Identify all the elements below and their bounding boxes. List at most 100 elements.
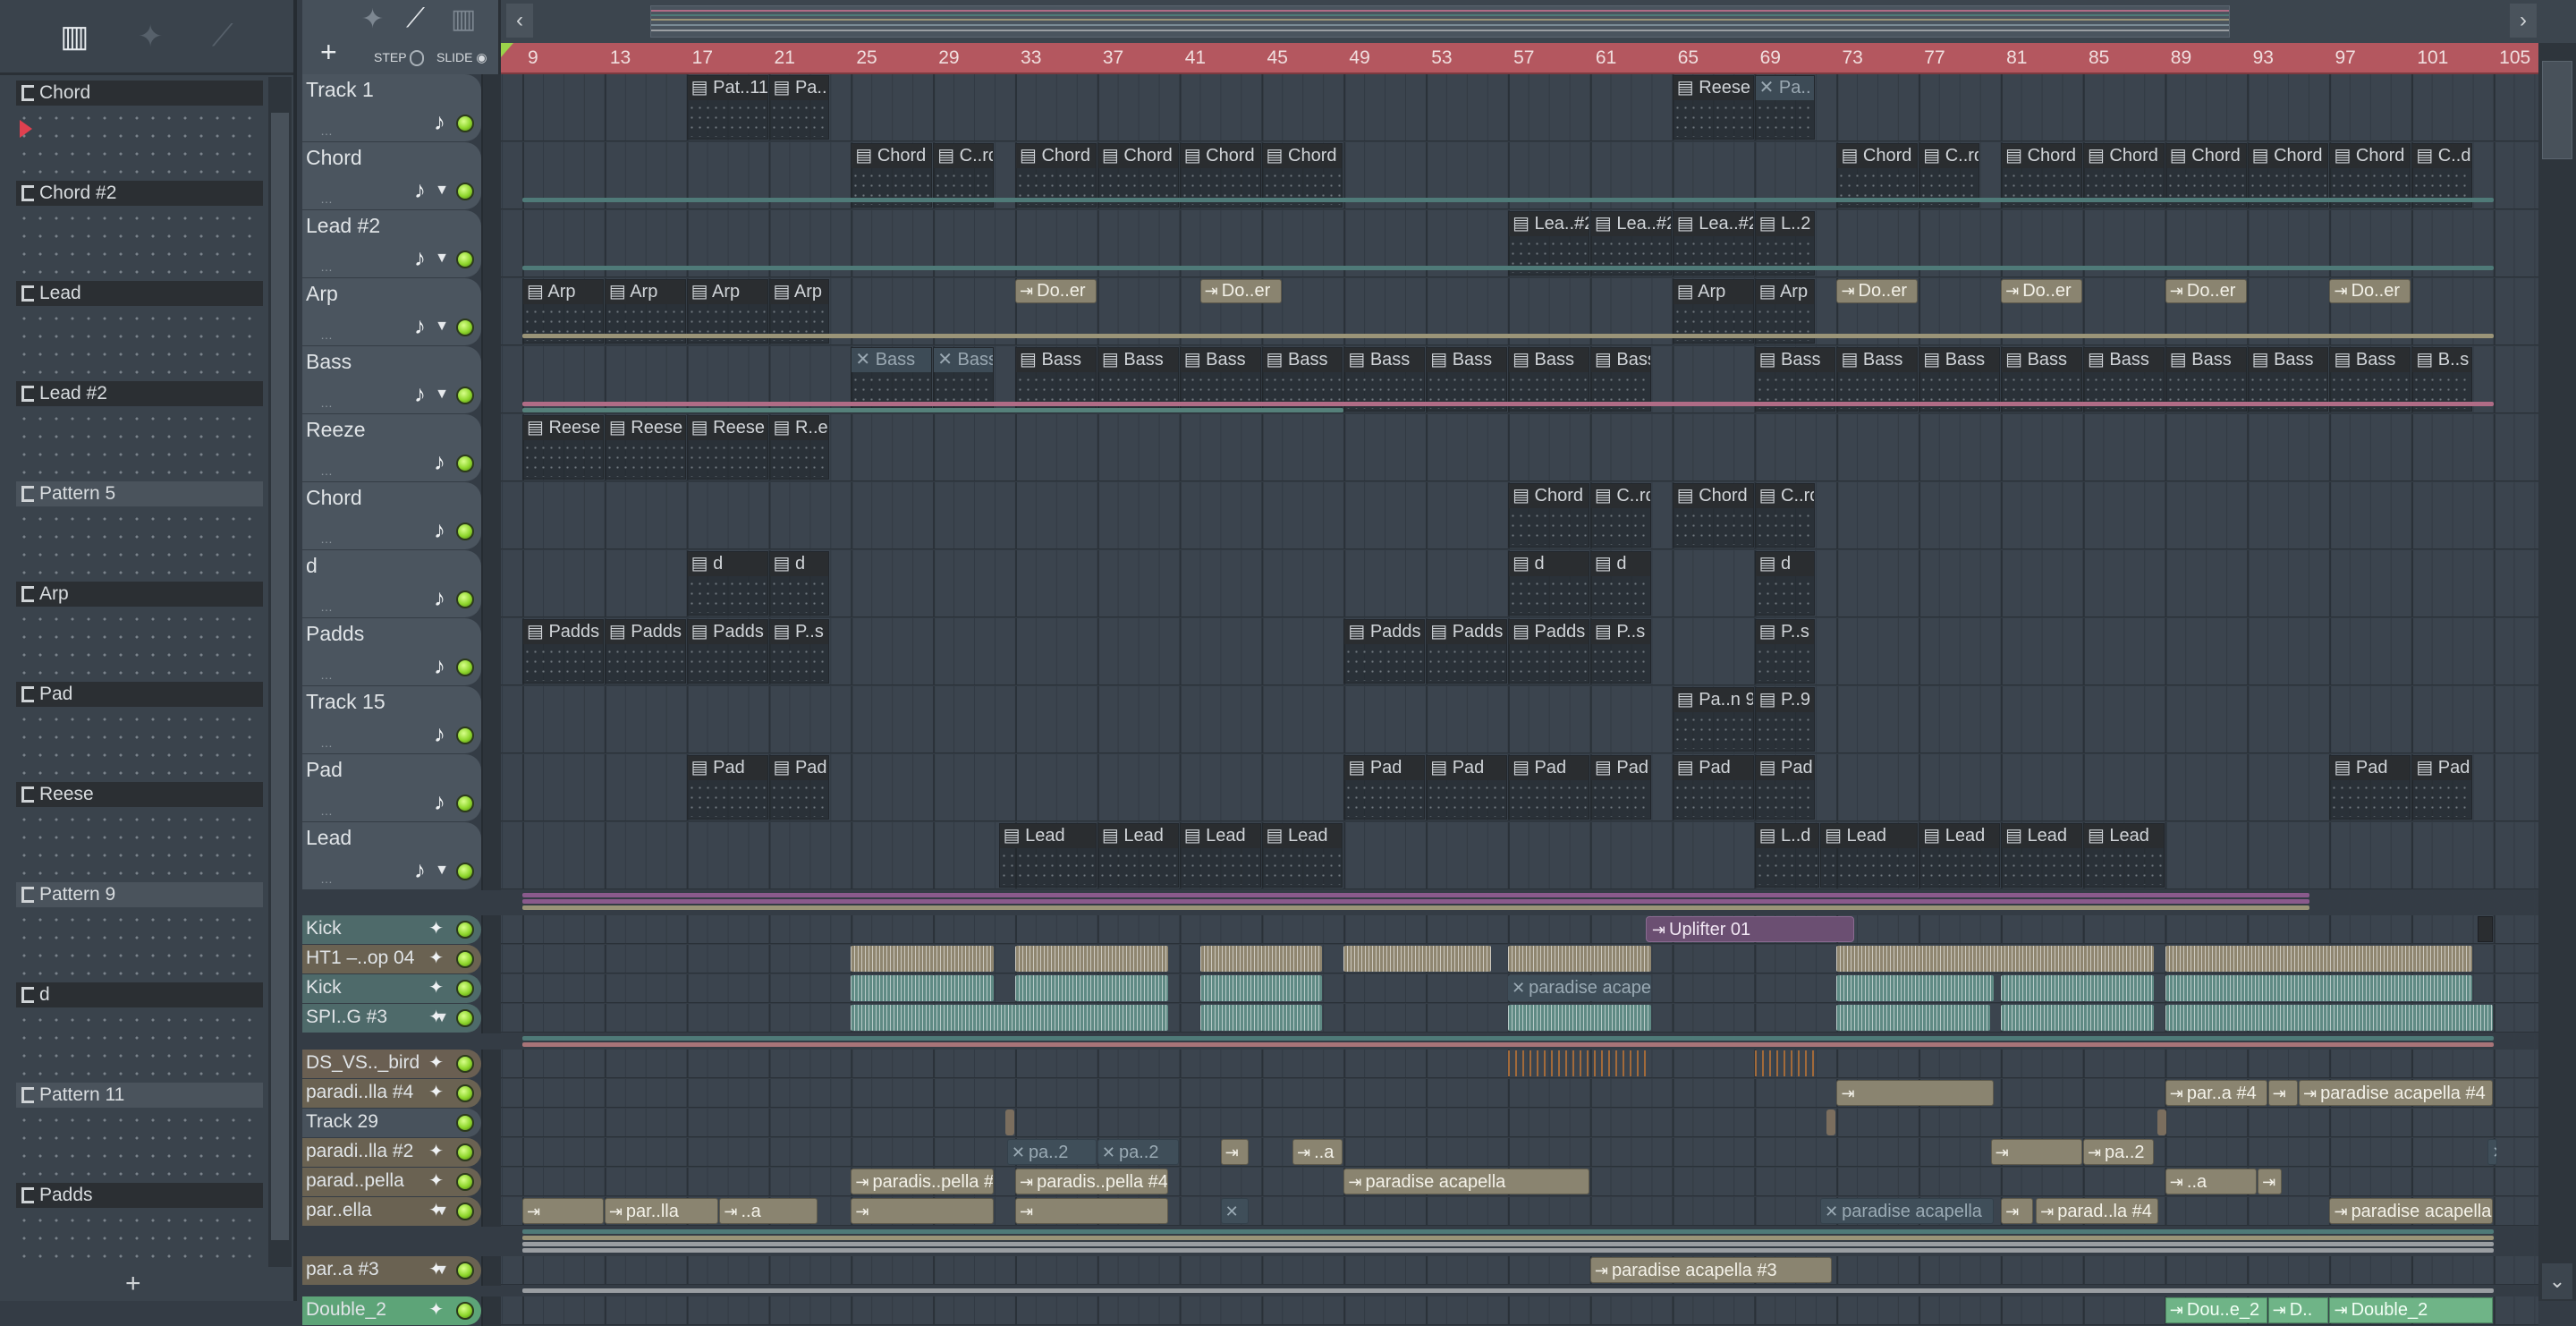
- track-header[interactable]: par..a #3 ✦ ▼: [302, 1256, 481, 1285]
- pattern-clip[interactable]: ▤ Lead: [1097, 823, 1179, 888]
- track-lane[interactable]: ▤ Chord▤ C..rd▤ Chord▤ C..rd: [501, 482, 2538, 549]
- track-header[interactable]: Track 29: [302, 1109, 481, 1137]
- track-header[interactable]: Reeze ♪…: [302, 414, 481, 481]
- pattern-clip[interactable]: ▤ Pat..11: [686, 75, 768, 140]
- pattern-header[interactable]: Chord #2: [16, 181, 263, 206]
- slide-radio-icon[interactable]: ◉: [476, 50, 487, 64]
- track-enable-led[interactable]: [456, 921, 474, 939]
- muted-audio-clip[interactable]: ✕: [1220, 1198, 1249, 1224]
- piano-roll-tool-icon[interactable]: ▥: [451, 4, 476, 35]
- track-enable-led[interactable]: [456, 455, 474, 472]
- pattern-list-item[interactable]: Chord #2: [16, 181, 263, 281]
- pattern-clip[interactable]: ▤ Lead: [2001, 823, 2082, 888]
- pattern-header[interactable]: Pattern 9: [16, 882, 263, 907]
- marker-clip[interactable]: [1826, 1109, 1836, 1135]
- track-header[interactable]: Arp ♪ ▼…: [302, 278, 481, 345]
- audio-clip[interactable]: ⇥: [1015, 1198, 1169, 1224]
- step-toggle[interactable]: STEP: [374, 50, 424, 67]
- wave-clip[interactable]: [851, 1005, 1169, 1031]
- audio-clip[interactable]: ⇥ paradise acapella #3: [1589, 1257, 1832, 1283]
- pattern-clip[interactable]: ▤ Pad: [2411, 755, 2473, 820]
- track-name[interactable]: Chord: [306, 486, 362, 510]
- track-header[interactable]: Pad ♪…: [302, 754, 481, 821]
- audio-clip[interactable]: ⇥: [1836, 1080, 1995, 1106]
- pattern-list-item[interactable]: Pad: [16, 682, 263, 782]
- track-lane[interactable]: [501, 1004, 2538, 1033]
- wave-clip[interactable]: [851, 946, 995, 972]
- track-name[interactable]: Pad: [306, 758, 343, 782]
- track-enable-led[interactable]: [456, 1084, 474, 1102]
- track-options-icon[interactable]: …: [320, 667, 333, 682]
- audio-clip[interactable]: ⇥ paradise acapella: [2329, 1198, 2494, 1224]
- track-name[interactable]: Reeze: [306, 418, 365, 442]
- muted-audio-clip[interactable]: ✕ pa..2: [1097, 1139, 1179, 1165]
- track-header[interactable]: Bass ♪ ▼…: [302, 346, 481, 413]
- track-name[interactable]: Lead: [306, 826, 352, 850]
- pattern-clip[interactable]: ▤ d: [686, 551, 768, 616]
- auto-clip[interactable]: ⇥ Uplifter 01: [1645, 916, 1855, 942]
- pattern-list-item[interactable]: Reese: [16, 782, 263, 882]
- track-header[interactable]: d ♪…: [302, 550, 481, 617]
- track-options-icon[interactable]: …: [320, 599, 333, 614]
- muted-wave-clip[interactable]: ✕paradise acapella: [1508, 975, 1651, 1001]
- track-name[interactable]: Arp: [306, 282, 338, 306]
- track-enable-led[interactable]: [456, 1262, 474, 1279]
- wave-clip[interactable]: [2001, 975, 2155, 1001]
- track-lane[interactable]: ⇥ paradis..pella #4 ⇥ paradis..pella #4 ⇥ par…: [501, 1168, 2538, 1196]
- pattern-list-item[interactable]: Padds: [16, 1183, 263, 1262]
- automation-icon[interactable]: ⟋: [212, 19, 233, 54]
- pattern-clip[interactable]: ▤ Padds: [522, 619, 604, 684]
- pattern-list-scrollbar[interactable]: [268, 77, 292, 1267]
- pattern-clip[interactable]: ▤ Pad: [1589, 755, 1651, 820]
- chevron-down-icon[interactable]: ▼: [435, 387, 449, 403]
- pattern-clip[interactable]: ▤ Reese: [604, 415, 686, 480]
- wave-clip[interactable]: [1015, 975, 1169, 1001]
- pattern-clip[interactable]: ▤ P..s: [1754, 619, 1816, 684]
- track-lane[interactable]: ▤ Lead ▤ Lead ▤ Lead ▤ Lead ▤ L..d ▤ Lead ▤ Le…: [501, 822, 2538, 889]
- pattern-clip[interactable]: ▤ Pad: [1672, 755, 1754, 820]
- wave-clip[interactable]: [1199, 946, 1323, 972]
- pattern-clip[interactable]: ▤ Pad: [1754, 755, 1816, 820]
- track-enable-led[interactable]: [456, 523, 474, 540]
- piano-roll-icon[interactable]: ▥: [60, 19, 89, 55]
- audio-clip[interactable]: ⇥: [2267, 1080, 2299, 1106]
- song-start-marker[interactable]: [501, 43, 513, 57]
- track-lane[interactable]: ⇥ paradise acapella #3: [501, 1256, 2538, 1285]
- track-name[interactable]: Kick: [306, 977, 342, 999]
- green-clip[interactable]: ⇥ Dou..e_2: [2165, 1297, 2267, 1323]
- pattern-list-item[interactable]: d: [16, 982, 263, 1083]
- add-track-button[interactable]: +: [320, 36, 337, 69]
- pattern-list-item[interactable]: Arp: [16, 582, 263, 682]
- pattern-clip[interactable]: ▤ d: [1754, 551, 1816, 616]
- wave-clip[interactable]: [1836, 1005, 1990, 1031]
- track-name[interactable]: Track 29: [306, 1111, 378, 1133]
- track-options-icon[interactable]: …: [320, 191, 333, 206]
- audio-clip[interactable]: ⇥ paradise acapella #4: [2299, 1080, 2494, 1106]
- wave-clip[interactable]: [2165, 975, 2473, 1001]
- track-header[interactable]: Chord ♪…: [302, 482, 481, 549]
- wave-clip[interactable]: [1508, 1005, 1651, 1031]
- pmark-clip[interactable]: [2477, 916, 2494, 942]
- pattern-clip[interactable]: ▤ Lead: [1919, 823, 2001, 888]
- track-header[interactable]: Padds ♪…: [302, 618, 481, 685]
- pattern-clip[interactable]: ▤ Pad: [768, 755, 830, 820]
- track-enable-led[interactable]: [456, 863, 474, 880]
- track-name[interactable]: d: [306, 554, 318, 578]
- track-options-icon[interactable]: …: [320, 531, 333, 546]
- audio-clip[interactable]: ⇥ paradis..pella #4: [851, 1169, 995, 1194]
- chevron-down-icon[interactable]: ▼: [435, 1262, 449, 1279]
- track-name[interactable]: Padds: [306, 622, 364, 646]
- track-lane[interactable]: ▤ Padds ▤ Padds ▤ Padds ▤ P..s ▤ Padds ▤ Padd…: [501, 618, 2538, 685]
- audio-clip[interactable]: ⇥ Do..er: [1015, 279, 1097, 303]
- track-enable-led[interactable]: [456, 950, 474, 968]
- audio-clip[interactable]: ⇥ paradise acapella: [1343, 1169, 1589, 1194]
- marker-clip[interactable]: [1004, 1109, 1015, 1135]
- lines-clip[interactable]: [1754, 1050, 1816, 1076]
- audio-clip[interactable]: ⇥ ..a: [2165, 1169, 2258, 1194]
- track-lane[interactable]: ▤ Lea..#2 ▤ Lea..#2 ▤ Lea..#2 ▤ L..2: [501, 210, 2538, 277]
- pattern-list-item[interactable]: Lead #2: [16, 381, 263, 481]
- pattern-clip[interactable]: ▤ Chord: [1508, 483, 1589, 548]
- pattern-clip[interactable]: ▤ C..rd: [1589, 483, 1651, 548]
- audio-clip[interactable]: ⇥ Do..er: [2329, 279, 2411, 303]
- wave-clip[interactable]: [1199, 975, 1323, 1001]
